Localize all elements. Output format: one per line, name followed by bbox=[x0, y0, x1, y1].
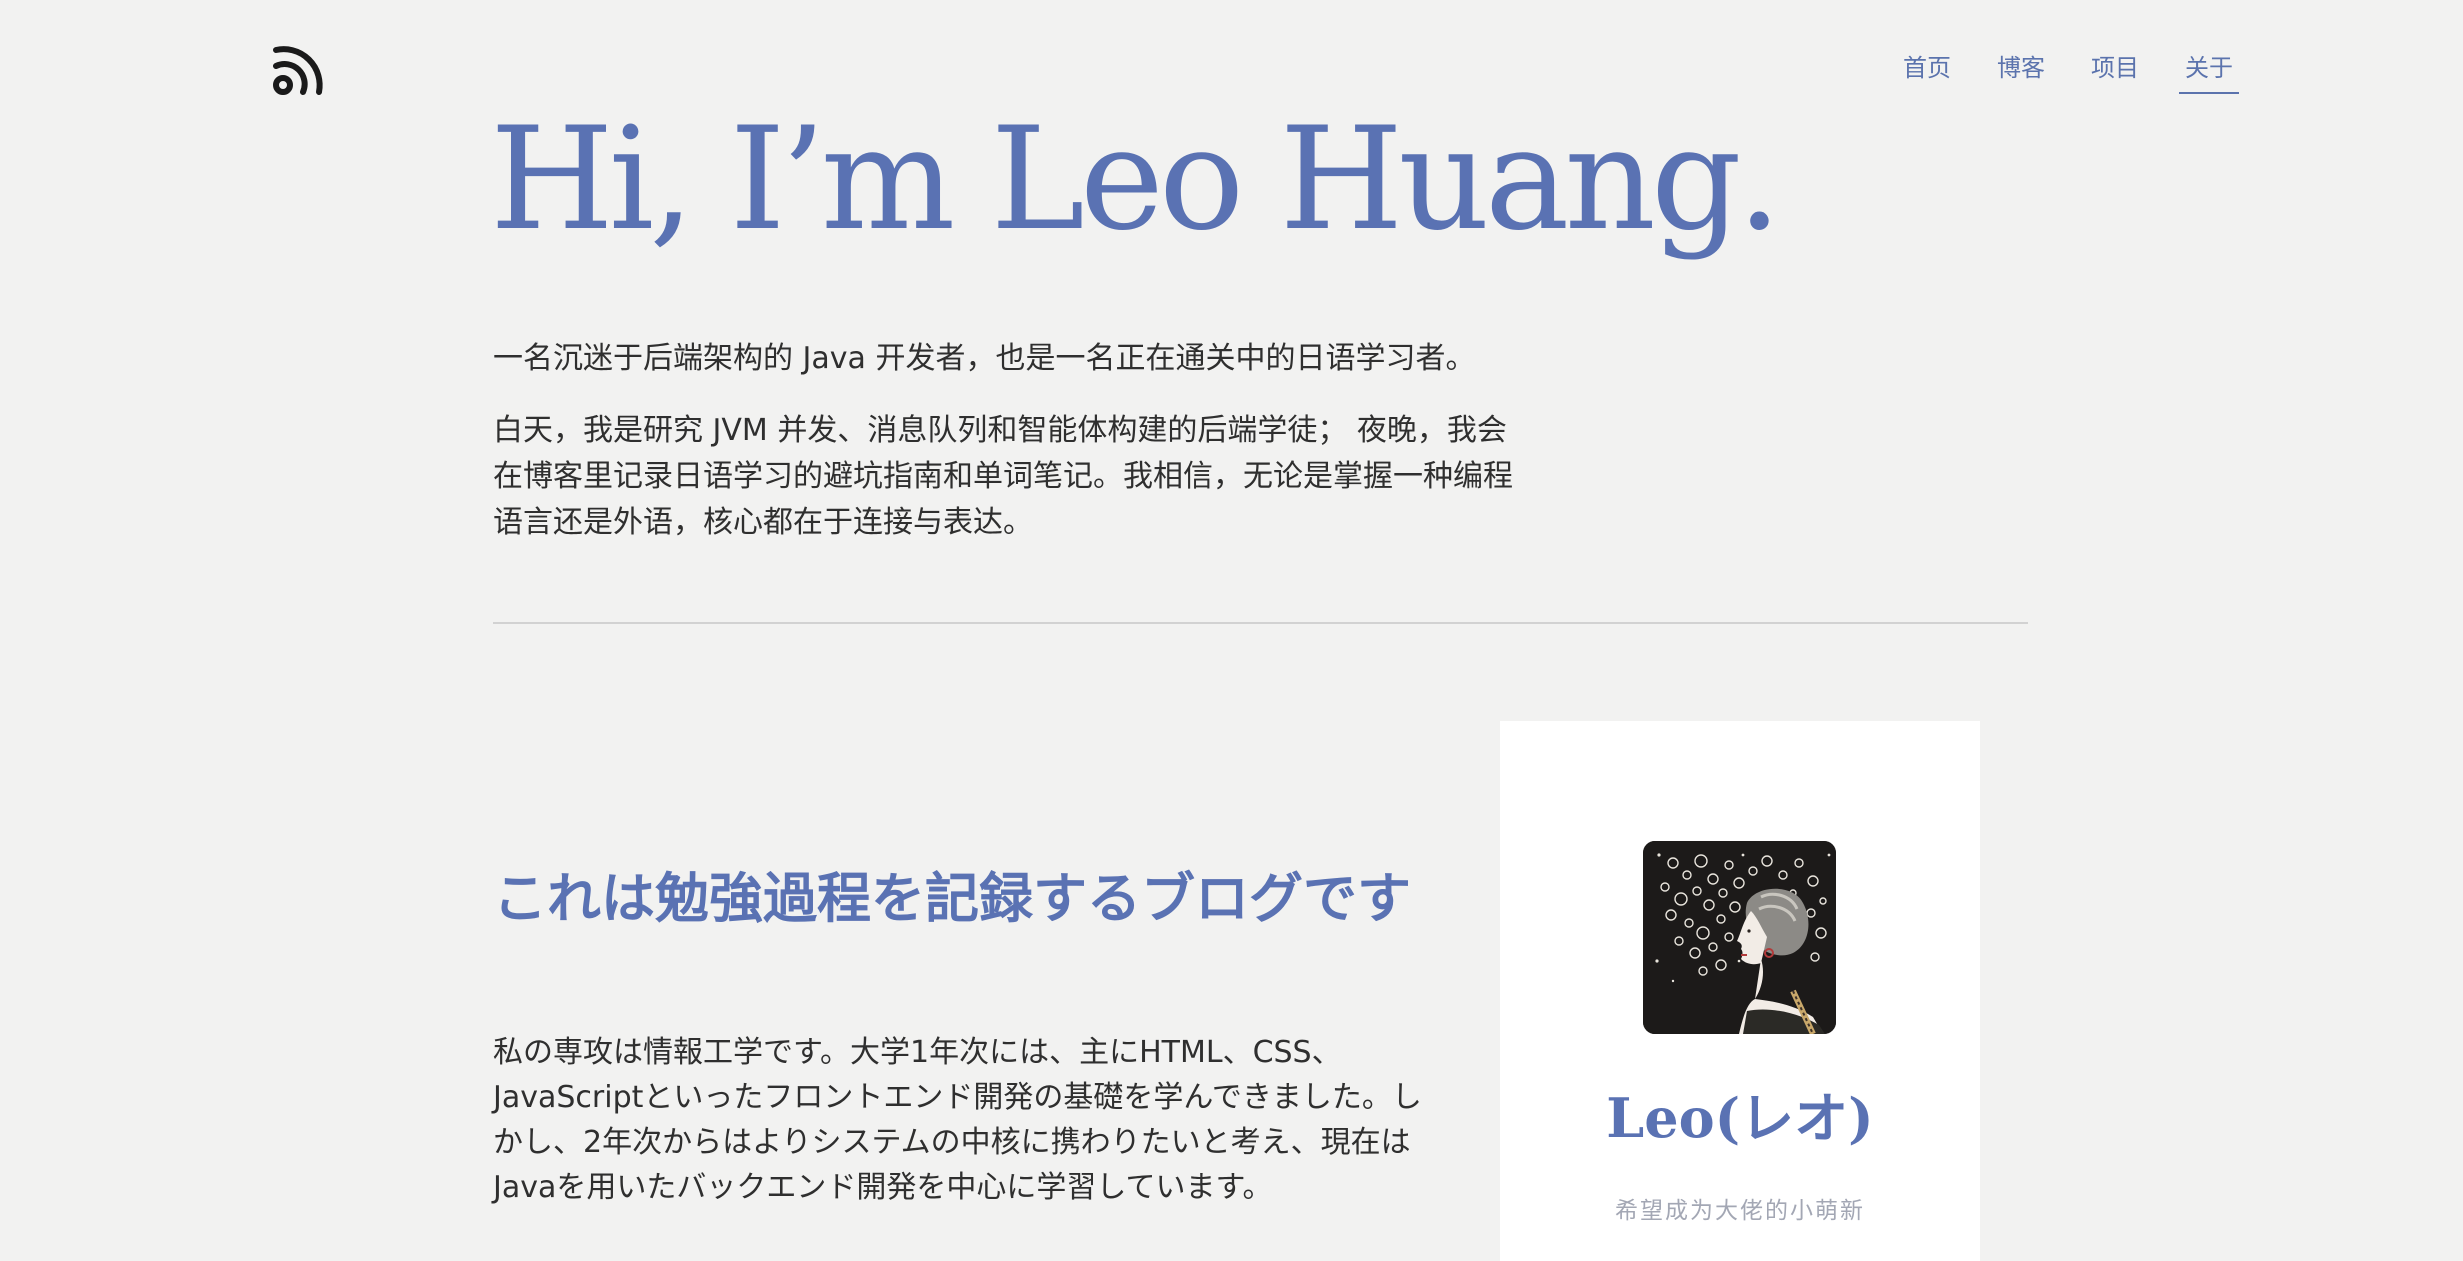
intro-section: 一名沉迷于后端架构的 Java 开发者，也是一名正在通关中的日语学习者。 白天，… bbox=[493, 336, 1533, 546]
profile-name: Leo(レオ) bbox=[1606, 1086, 1874, 1150]
nav-blog-link[interactable]: 博客 bbox=[1991, 52, 2051, 94]
nav-projects-link[interactable]: 项目 bbox=[2085, 52, 2145, 94]
profile-card: Leo(レオ) 希望成为大佬的小萌新 bbox=[1500, 721, 1980, 1261]
intro-paragraph-1: 一名沉迷于后端架构的 Java 开发者，也是一名正在通关中的日语学习者。 bbox=[493, 341, 1476, 376]
rss-feed-icon[interactable] bbox=[272, 38, 328, 98]
nav-about-link[interactable]: 关于 bbox=[2179, 52, 2239, 94]
nav-home-link[interactable]: 首页 bbox=[1897, 52, 1957, 94]
profile-motto: 希望成为大佬的小萌新 bbox=[1615, 1198, 1865, 1224]
main-nav: 首页 博客 项目 关于 bbox=[1897, 52, 2239, 94]
section-divider bbox=[493, 622, 2028, 624]
hero-title: Hi, I’m Leo Huang. bbox=[490, 97, 1782, 262]
intro-paragraph-2: 白天，我是研究 JVM 并发、消息队列和智能体构建的后端学徒； 夜晚，我会在博客… bbox=[493, 413, 1513, 540]
avatar bbox=[1643, 841, 1836, 1034]
blog-heading: これは勉強過程を記録するブログです bbox=[493, 867, 1411, 930]
blog-paragraph: 私の専攻は情報工学です。大学1年次には、主にHTML、CSS、JavaScrip… bbox=[493, 1035, 1422, 1205]
